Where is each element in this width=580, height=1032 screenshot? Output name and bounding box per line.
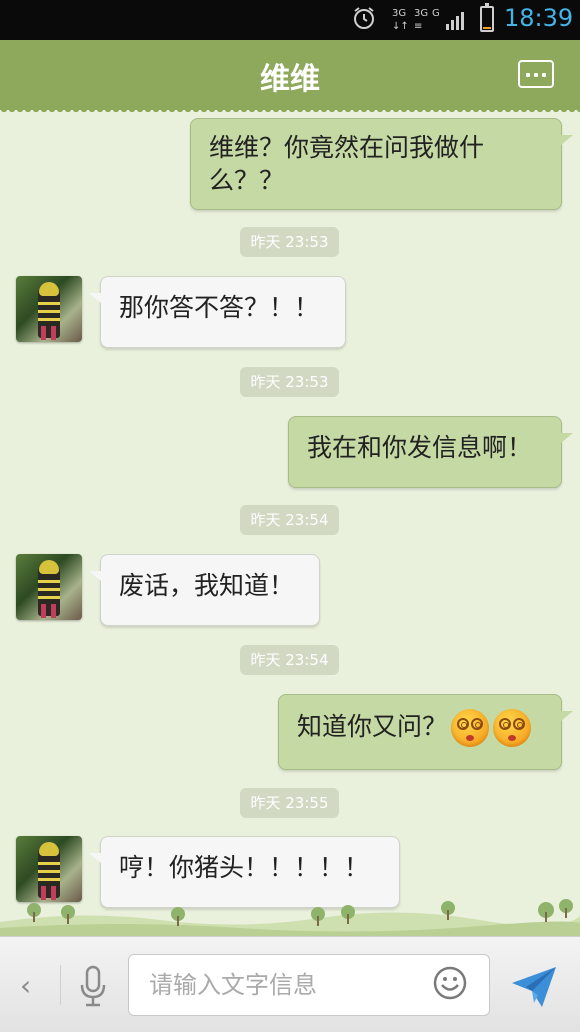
svg-text:G: G bbox=[432, 8, 440, 19]
message-timestamp: 昨天 23:55 bbox=[240, 788, 339, 818]
message-timestamp: 昨天 23:53 bbox=[240, 227, 339, 257]
message-bubble-outgoing[interactable]: 知道你又问？ bbox=[278, 694, 573, 770]
status-time: 18:39 bbox=[504, 4, 574, 32]
battery-icon bbox=[480, 3, 494, 32]
chat-message-list[interactable]: 维维？你竟然在问我做什 么？？ 昨天 23:53 那你答不答？！！ 昨天 23:… bbox=[0, 110, 580, 940]
message-input-bar: ‹ 请输入文字信息 bbox=[0, 936, 580, 1032]
message-bubble-incoming[interactable]: 废话，我知道！ bbox=[89, 554, 320, 626]
dizzy-face-emoji bbox=[493, 709, 532, 747]
background-scenery bbox=[0, 899, 580, 936]
contact-avatar[interactable] bbox=[16, 554, 82, 620]
smiley-icon[interactable] bbox=[432, 965, 468, 1001]
signal-icon: 3G ↓↑ 3G ≡ G bbox=[392, 8, 464, 32]
dizzy-face-emoji bbox=[451, 709, 490, 747]
message-timestamp: 昨天 23:54 bbox=[240, 505, 339, 535]
svg-text:↓↑: ↓↑ bbox=[392, 21, 409, 32]
alarm-icon bbox=[354, 7, 374, 29]
message-timestamp: 昨天 23:54 bbox=[240, 645, 339, 675]
svg-text:≡: ≡ bbox=[414, 21, 422, 32]
input-placeholder: 请输入文字信息 bbox=[149, 971, 317, 999]
chevron-left-icon[interactable]: ‹ bbox=[20, 969, 31, 1002]
status-bar: 3G ↓↑ 3G ≡ G 18:39 bbox=[0, 0, 580, 40]
microphone-icon[interactable] bbox=[78, 965, 108, 1007]
chat-header: 维维 bbox=[0, 40, 580, 112]
contact-name-title: 维维 bbox=[260, 62, 320, 97]
contact-avatar[interactable] bbox=[16, 276, 82, 342]
message-text: 知道你又问？ bbox=[297, 712, 448, 741]
svg-text:3G: 3G bbox=[414, 8, 428, 19]
network-indicator: 3G ↓↑ 3G ≡ G bbox=[392, 5, 472, 33]
chat-menu-icon[interactable] bbox=[518, 60, 554, 88]
message-timestamp: 昨天 23:53 bbox=[240, 367, 339, 397]
divider bbox=[60, 965, 61, 1005]
contact-avatar[interactable] bbox=[16, 836, 82, 902]
send-paper-plane-icon[interactable] bbox=[510, 965, 558, 1009]
message-bubble-outgoing[interactable]: 维维？你竟然在问我做什 么？？ bbox=[190, 118, 573, 210]
svg-text:3G: 3G bbox=[392, 8, 406, 19]
message-bubble-outgoing[interactable]: 我在和你发信息啊！ bbox=[288, 416, 573, 488]
message-bubble-incoming[interactable]: 那你答不答？！！ bbox=[89, 276, 346, 348]
